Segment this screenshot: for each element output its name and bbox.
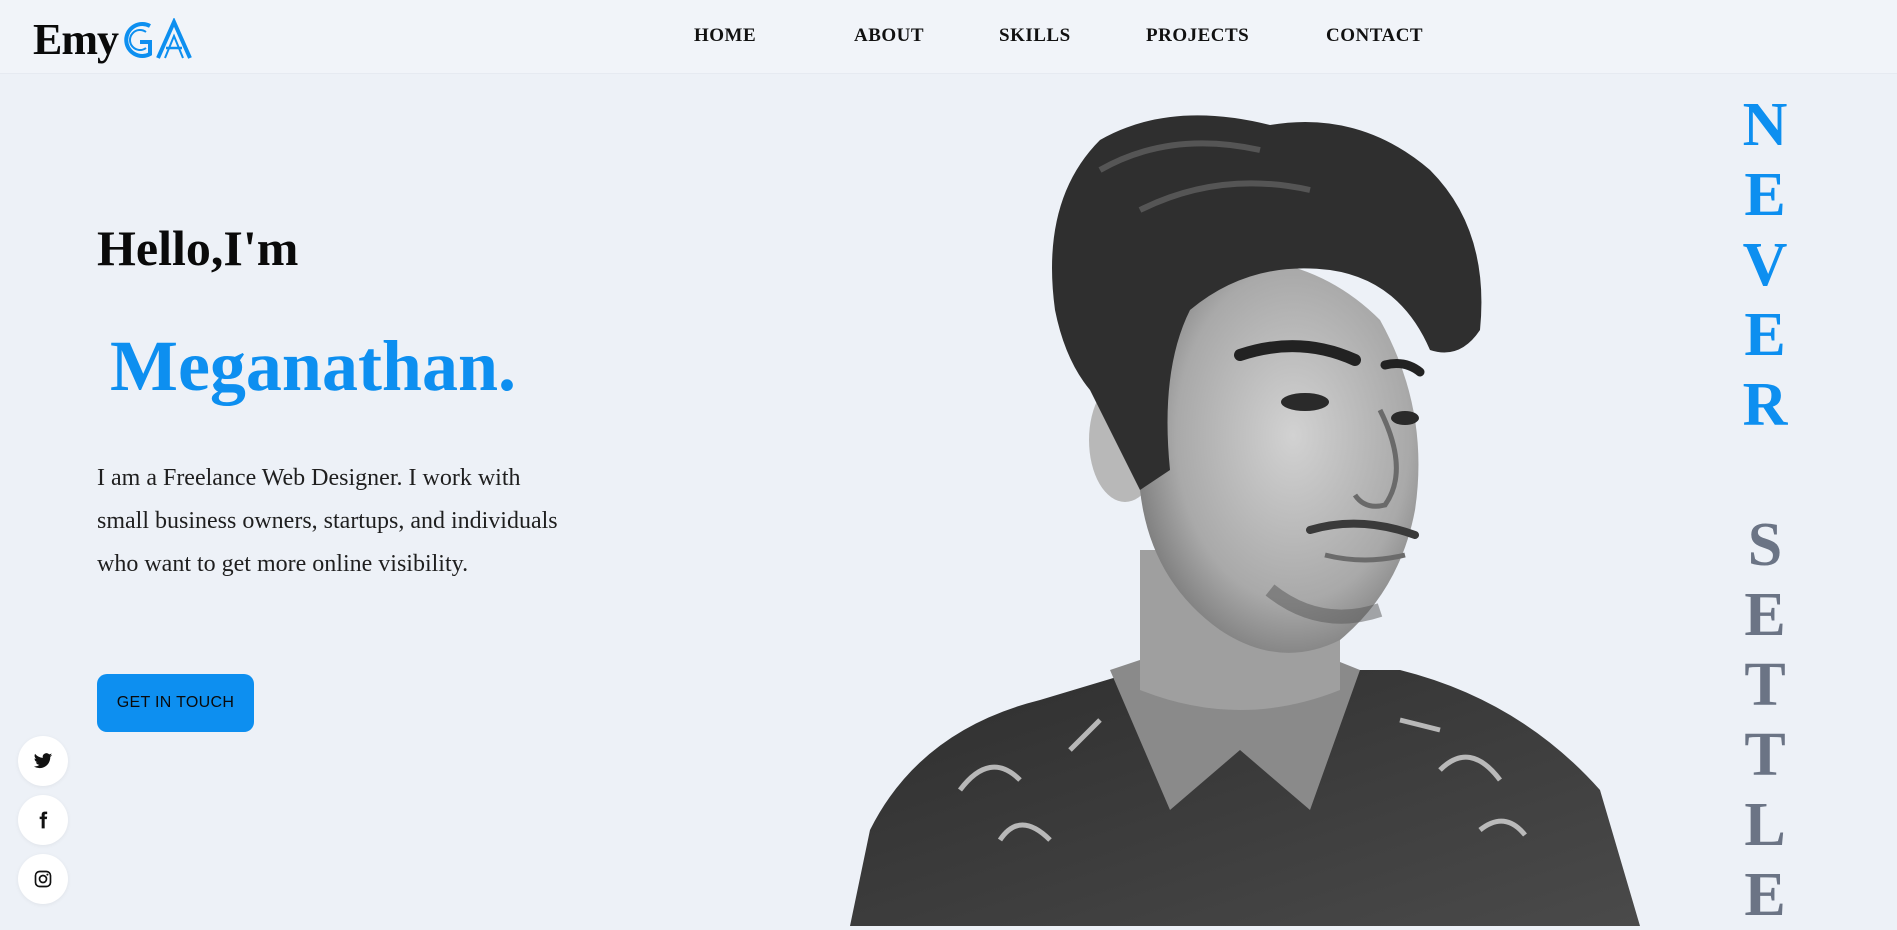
nav-projects[interactable]: PROJECTS	[1146, 25, 1326, 47]
motto-letter: R	[1742, 371, 1788, 439]
facebook-icon	[39, 811, 48, 829]
motto-letter: T	[1744, 721, 1786, 789]
motto-letter: L	[1744, 791, 1786, 859]
motto-letter: T	[1744, 651, 1786, 719]
logo-mark-icon	[124, 18, 192, 59]
hero-bio: I am a Freelance Web Designer. I work wi…	[97, 465, 558, 577]
twitter-icon	[33, 753, 53, 769]
portrait-photo	[850, 115, 1640, 926]
motto-letter: E	[1744, 161, 1786, 229]
site-logo[interactable]: Emy	[33, 12, 192, 62]
instagram-link[interactable]	[18, 854, 68, 904]
motto-letter: V	[1742, 231, 1788, 299]
get-in-touch-button[interactable]: GET IN TOUCH	[97, 674, 254, 732]
logo-text: Emy	[33, 15, 119, 64]
nav-about[interactable]: ABOUT	[854, 25, 999, 47]
motto-letter: E	[1744, 861, 1786, 929]
hero-greeting: Hello,I'm	[97, 220, 299, 276]
twitter-link[interactable]	[18, 736, 68, 786]
motto-word-never: N E V E R	[1700, 90, 1830, 440]
hero-name: Meganathan.	[110, 326, 517, 406]
motto-letter: E	[1744, 581, 1786, 649]
top-navigation-bar: Emy HOME ABOUT SKILLS PROJECTS CONTACT	[0, 0, 1897, 74]
main-nav: HOME ABOUT SKILLS PROJECTS CONTACT	[694, 25, 1423, 47]
motto-letter: N	[1742, 91, 1788, 159]
nav-skills[interactable]: SKILLS	[999, 25, 1146, 47]
motto-word-settle: S E T T L E	[1700, 510, 1830, 930]
nav-contact[interactable]: CONTACT	[1326, 25, 1423, 47]
motto-letter: S	[1747, 511, 1783, 579]
nav-home[interactable]: HOME	[694, 25, 854, 47]
instagram-icon	[34, 870, 52, 888]
facebook-link[interactable]	[18, 795, 68, 845]
motto-letter: E	[1744, 301, 1786, 369]
